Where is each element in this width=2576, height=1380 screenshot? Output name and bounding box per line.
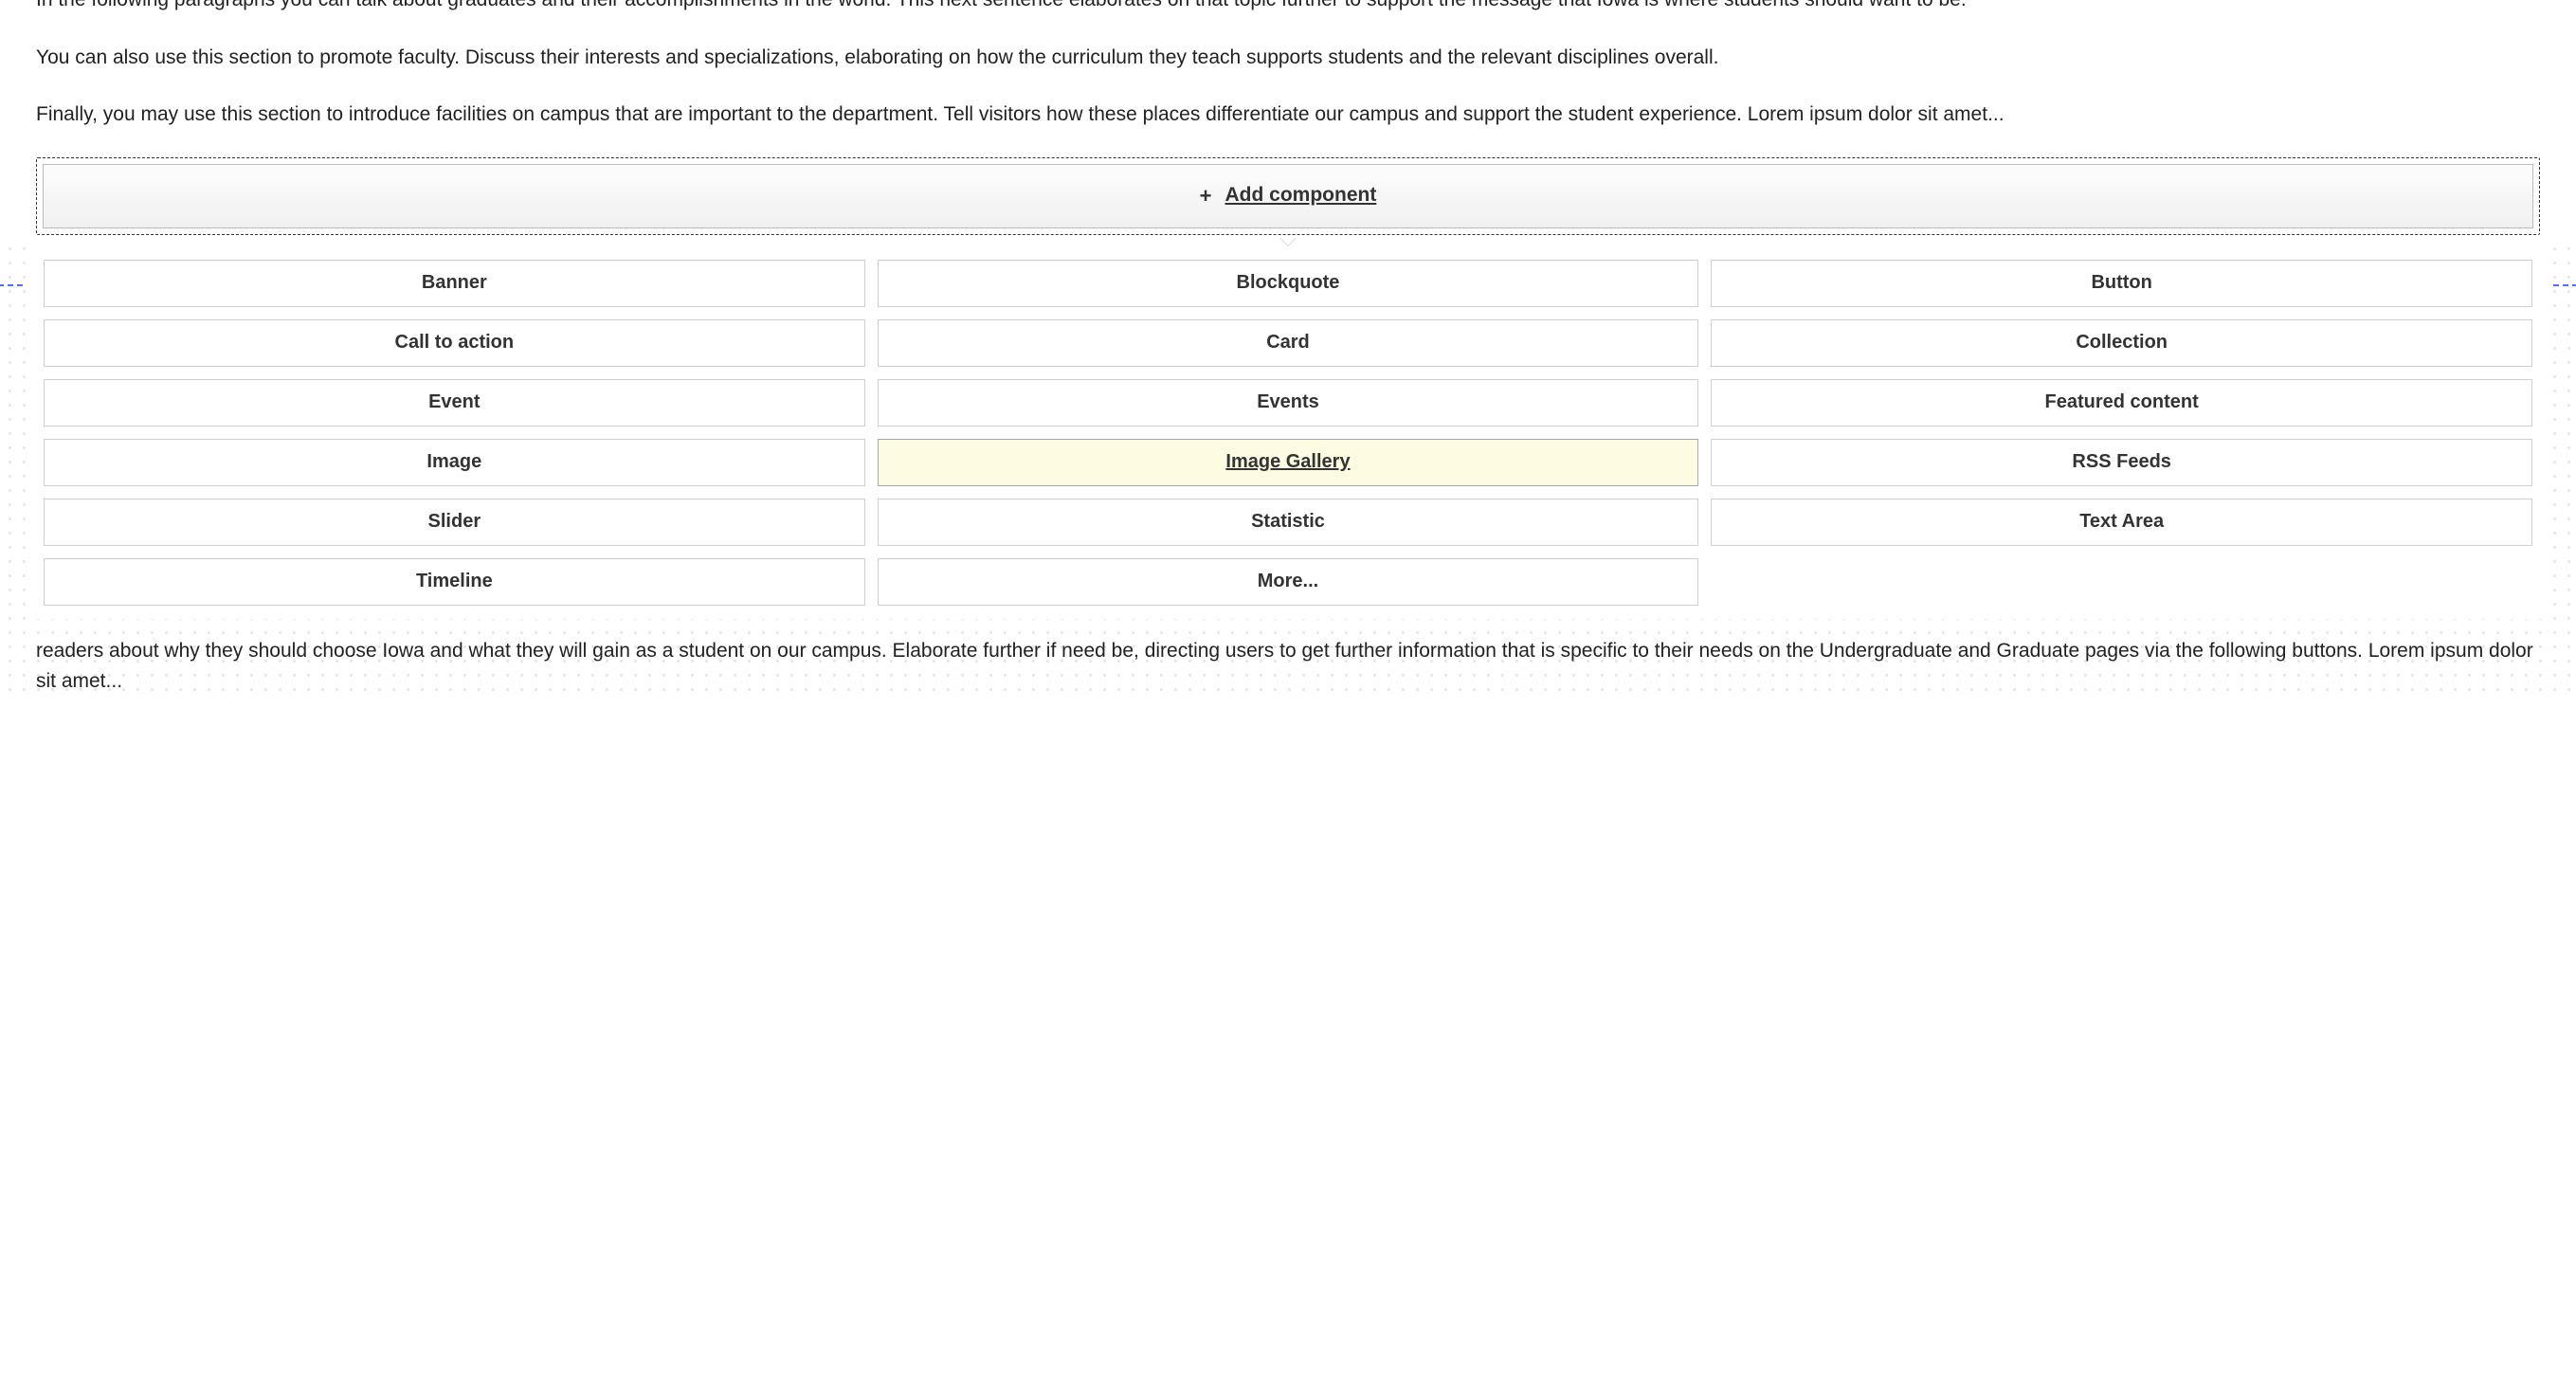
component-option-label: Timeline <box>416 567 493 596</box>
component-option-featured-content[interactable]: Featured content <box>1711 379 2532 427</box>
component-option-event[interactable]: Event <box>44 379 865 427</box>
component-option-image[interactable]: Image <box>44 439 865 486</box>
add-component-label: Add component <box>1225 180 1377 211</box>
component-option-label: Button <box>2091 268 2151 298</box>
component-option-label: Call to action <box>395 328 515 357</box>
component-option-label: Featured content <box>2045 388 2199 417</box>
component-option-label: Event <box>428 388 480 417</box>
component-picker-panel: Banner Blockquote Button Call to action Card… <box>36 252 2540 619</box>
component-option-statistic[interactable]: Statistic <box>878 499 1699 546</box>
component-option-label: Banner <box>422 268 487 298</box>
component-option-label: Image <box>426 447 481 477</box>
component-option-label: Collection <box>2076 328 2168 357</box>
component-option-label: Card <box>1266 328 1310 357</box>
component-option-label: RSS Feeds <box>2072 447 2170 477</box>
component-option-label: Statistic <box>1251 507 1325 536</box>
component-option-rss-feeds[interactable]: RSS Feeds <box>1711 439 2532 486</box>
component-option-collection[interactable]: Collection <box>1711 319 2532 367</box>
component-option-timeline[interactable]: Timeline <box>44 558 865 606</box>
component-option-label: Slider <box>428 507 481 536</box>
add-component-button[interactable]: + Add component <box>43 164 2533 228</box>
component-option-call-to-action[interactable]: Call to action <box>44 319 865 367</box>
dropdown-arrow-icon <box>1279 238 1297 246</box>
component-option-label: More... <box>1258 567 1318 596</box>
component-option-label: Text Area <box>2079 507 2164 536</box>
component-option-slider[interactable]: Slider <box>44 499 865 546</box>
component-option-events[interactable]: Events <box>878 379 1699 427</box>
component-option-banner[interactable]: Banner <box>44 260 865 307</box>
component-option-card[interactable]: Card <box>878 319 1699 367</box>
component-option-blockquote[interactable]: Blockquote <box>878 260 1699 307</box>
component-option-image-gallery[interactable]: Image Gallery <box>878 439 1699 486</box>
body-paragraph: readers about why they should choose Iow… <box>36 636 2540 698</box>
component-option-text-area[interactable]: Text Area <box>1711 499 2532 546</box>
component-option-label: Image Gallery <box>1225 447 1350 477</box>
component-option-label: Blockquote <box>1237 268 1340 298</box>
body-paragraph: Finally, you may use this section to int… <box>36 100 2540 131</box>
body-paragraph: You can also use this section to promote… <box>36 43 2540 74</box>
component-option-button[interactable]: Button <box>1711 260 2532 307</box>
body-paragraph: In the following paragraphs you can talk… <box>36 0 2540 16</box>
plus-icon: + <box>1200 180 1212 212</box>
component-dropzone: + Add component <box>36 157 2540 235</box>
component-option-more[interactable]: More... <box>878 558 1699 606</box>
component-option-label: Events <box>1257 388 1319 417</box>
